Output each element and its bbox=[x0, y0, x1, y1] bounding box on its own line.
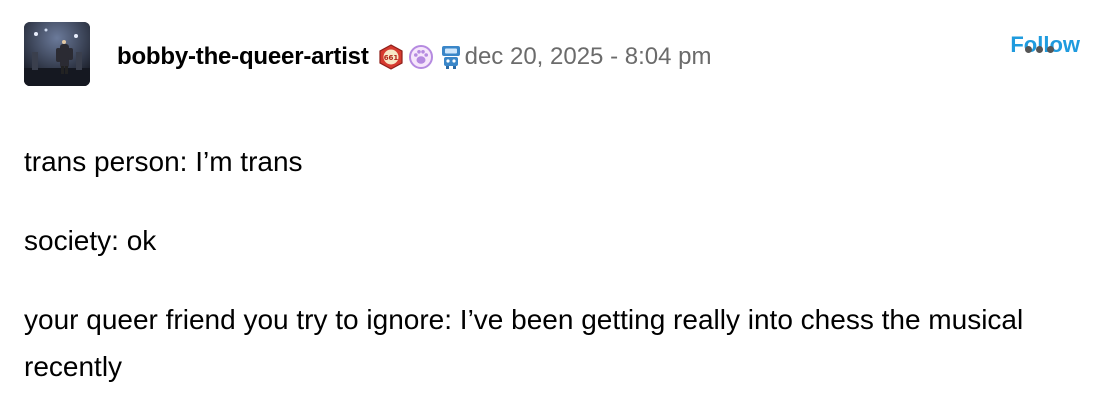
post-timestamp[interactable]: dec 20, 2025 - 8:04 pm bbox=[465, 43, 712, 71]
post-header: bobby-the-queer-artist 661 dec 20, 2025 … bbox=[24, 22, 1084, 86]
hexagon-badge-label: 661 bbox=[383, 54, 398, 62]
paw-badge-icon[interactable] bbox=[407, 43, 435, 71]
badges: 661 bbox=[377, 43, 467, 71]
post-line: trans person: I’m trans bbox=[24, 146, 303, 177]
post-line: your queer friend you try to ignore: I’v… bbox=[24, 304, 1024, 382]
avatar[interactable] bbox=[24, 22, 90, 86]
dot bbox=[1047, 46, 1054, 53]
more-options-icon[interactable] bbox=[1025, 46, 1054, 53]
post-meta: bobby-the-queer-artist 661 dec 20, 2025 … bbox=[117, 43, 711, 71]
hexagon-badge-icon[interactable]: 661 bbox=[377, 43, 405, 71]
post-body: trans person: I’m trans society: ok your… bbox=[24, 138, 1074, 390]
username-link[interactable]: bobby-the-queer-artist bbox=[117, 43, 369, 71]
dot bbox=[1025, 46, 1032, 53]
post-line: society: ok bbox=[24, 225, 157, 256]
follow-button[interactable]: Follow bbox=[1010, 32, 1080, 58]
dot bbox=[1036, 46, 1043, 53]
robot-badge-icon[interactable] bbox=[437, 43, 465, 71]
